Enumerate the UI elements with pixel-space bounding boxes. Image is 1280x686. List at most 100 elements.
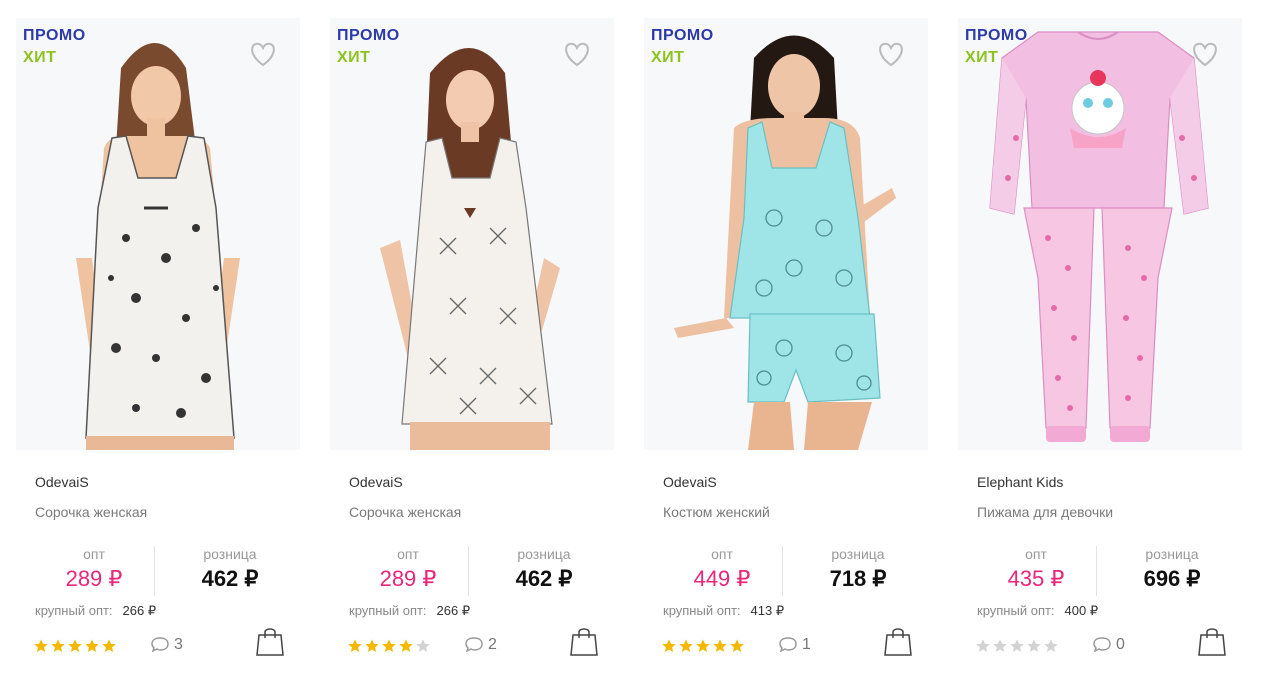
product-title[interactable]: Сорочка женская	[35, 504, 147, 520]
opt-label: опт	[1025, 546, 1047, 562]
retail-price: 718 ₽	[829, 566, 887, 591]
star-icon	[85, 639, 99, 652]
comment-icon	[151, 637, 169, 653]
star-icon	[416, 639, 430, 652]
star-icon	[713, 639, 727, 652]
star-icon	[993, 639, 1007, 652]
star-icon	[696, 639, 710, 652]
opt-price: 289 ₽	[65, 566, 123, 591]
product-card[interactable]: ПРОМО ХИТ OdevaiS Костюм женский опт 449…	[644, 0, 944, 686]
retail-price-col: розница 462 ₽	[171, 544, 289, 594]
badges: ПРОМО ХИТ	[965, 25, 1028, 69]
retail-price: 462 ₽	[515, 566, 573, 591]
hit-badge: ХИТ	[965, 49, 999, 66]
product-brand[interactable]: Elephant Kids	[977, 474, 1063, 490]
rating-stars	[661, 638, 746, 658]
comments-count[interactable]: 0	[1092, 636, 1125, 654]
bulk-value: 266 ₽	[122, 603, 157, 618]
shopping-bag-icon[interactable]	[570, 625, 598, 657]
opt-price-col: опт 435 ₽	[977, 544, 1095, 594]
retail-label: розница	[1145, 546, 1199, 562]
product-photo-illustration	[330, 18, 614, 450]
heart-icon[interactable]	[248, 40, 278, 68]
product-brand[interactable]: OdevaiS	[349, 474, 403, 490]
comment-icon	[779, 637, 797, 653]
product-title[interactable]: Сорочка женская	[349, 504, 461, 520]
star-icon	[976, 639, 990, 652]
bulk-label: крупный опт:	[663, 603, 741, 618]
bulk-price: крупный опт: 413 ₽	[663, 603, 784, 619]
product-brand[interactable]: OdevaiS	[35, 474, 89, 490]
opt-price-col: опт 289 ₽	[349, 544, 467, 594]
price-block: опт 435 ₽ розница 696 ₽	[977, 544, 1227, 600]
star-icon	[399, 639, 413, 652]
hit-badge: ХИТ	[651, 49, 685, 66]
price-divider	[782, 546, 783, 596]
retail-label: розница	[203, 546, 257, 562]
comments-count[interactable]: 2	[464, 636, 497, 654]
promo-badge: ПРОМО	[965, 27, 1028, 44]
product-title[interactable]: Костюм женский	[663, 504, 770, 520]
star-icon	[1027, 639, 1041, 652]
comments-count[interactable]: 1	[778, 636, 811, 654]
product-card[interactable]: ПРОМО ХИТ Elephant Kids Пижама для девоч…	[958, 0, 1258, 686]
bulk-value: 266 ₽	[436, 603, 471, 618]
price-block: опт 449 ₽ розница 718 ₽	[663, 544, 913, 600]
star-icon	[730, 639, 744, 652]
shopping-bag-icon[interactable]	[256, 625, 284, 657]
product-image[interactable]	[330, 18, 614, 450]
price-block: опт 289 ₽ розница 462 ₽	[35, 544, 285, 600]
badges: ПРОМО ХИТ	[651, 25, 714, 69]
star-icon	[102, 639, 116, 652]
retail-price: 462 ₽	[201, 566, 259, 591]
opt-price: 289 ₽	[379, 566, 437, 591]
comment-icon	[465, 637, 483, 653]
bulk-label: крупный опт:	[977, 603, 1055, 618]
promo-badge: ПРОМО	[651, 27, 714, 44]
shopping-bag-icon[interactable]	[884, 625, 912, 657]
retail-label: розница	[831, 546, 885, 562]
star-icon	[68, 639, 82, 652]
price-block: опт 289 ₽ розница 462 ₽	[349, 544, 599, 600]
star-icon	[382, 639, 396, 652]
bulk-price: крупный опт: 266 ₽	[349, 603, 470, 619]
opt-price-col: опт 449 ₽	[663, 544, 781, 594]
opt-label: опт	[711, 546, 733, 562]
comments-number: 3	[174, 636, 183, 653]
bulk-value: 413 ₽	[750, 603, 785, 618]
rating-stars	[33, 638, 118, 658]
product-image[interactable]	[16, 18, 300, 450]
product-card[interactable]: ПРОМО ХИТ OdevaiS Сорочка женская опт 28…	[330, 0, 630, 686]
product-image[interactable]	[958, 18, 1242, 450]
star-icon	[1044, 639, 1058, 652]
star-icon	[348, 639, 362, 652]
product-card[interactable]: ПРОМО ХИТ OdevaiS Сорочка женская опт 28…	[16, 0, 316, 686]
product-title[interactable]: Пижама для девочки	[977, 504, 1113, 520]
retail-price-col: розница 462 ₽	[485, 544, 603, 594]
product-photo-illustration	[16, 18, 300, 450]
bulk-price: крупный опт: 266 ₽	[35, 603, 156, 619]
opt-label: опт	[397, 546, 419, 562]
star-icon	[365, 639, 379, 652]
comments-number: 1	[802, 636, 811, 653]
retail-price-col: розница 718 ₽	[799, 544, 917, 594]
price-divider	[154, 546, 155, 596]
product-image[interactable]	[644, 18, 928, 450]
retail-price: 696 ₽	[1143, 566, 1201, 591]
badges: ПРОМО ХИТ	[23, 25, 86, 69]
hit-badge: ХИТ	[23, 49, 57, 66]
promo-badge: ПРОМО	[337, 27, 400, 44]
product-grid: ПРОМО ХИТ OdevaiS Сорочка женская опт 28…	[0, 0, 1280, 686]
comments-number: 2	[488, 636, 497, 653]
promo-badge: ПРОМО	[23, 27, 86, 44]
heart-icon[interactable]	[1190, 40, 1220, 68]
shopping-bag-icon[interactable]	[1198, 625, 1226, 657]
product-brand[interactable]: OdevaiS	[663, 474, 717, 490]
hit-badge: ХИТ	[337, 49, 371, 66]
bulk-label: крупный опт:	[349, 603, 427, 618]
heart-icon[interactable]	[876, 40, 906, 68]
heart-icon[interactable]	[562, 40, 592, 68]
bulk-price: крупный опт: 400 ₽	[977, 603, 1098, 619]
star-icon	[51, 639, 65, 652]
comments-count[interactable]: 3	[150, 636, 183, 654]
